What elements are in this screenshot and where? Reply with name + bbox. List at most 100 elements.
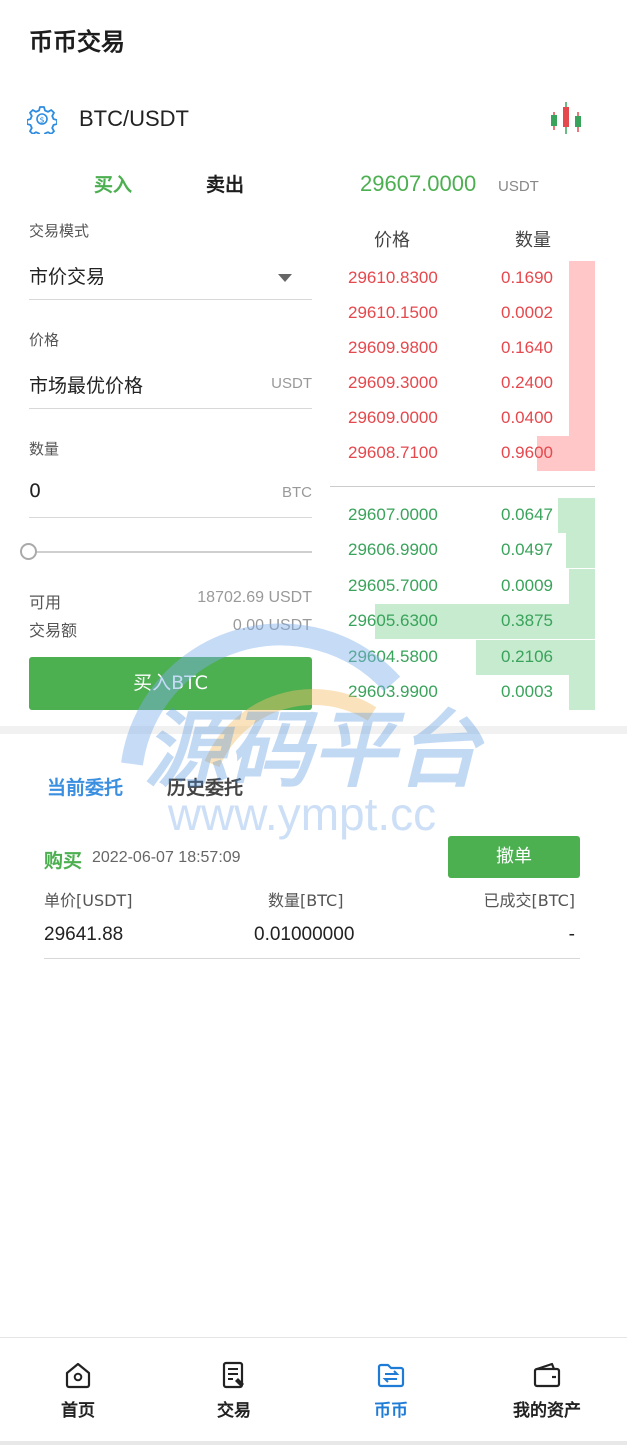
- cancel-order-button[interactable]: 撤单: [448, 836, 580, 878]
- ask-depth-bar: [568, 331, 595, 366]
- bottom-strip: [0, 1441, 627, 1445]
- pair-bar: $ BTC/USDT: [0, 96, 627, 144]
- qty-unit: BTC: [282, 484, 312, 501]
- svg-text:$: $: [39, 116, 44, 125]
- ask-row[interactable]: 29610.1500 0.0002: [330, 296, 595, 331]
- mode-select[interactable]: 市价交易: [29, 242, 312, 300]
- qty-label: 数量: [29, 440, 60, 458]
- order-filled: -: [568, 924, 575, 945]
- tab-home[interactable]: 首页: [0, 1338, 156, 1438]
- trade-side-tabs: 买入 卖出: [0, 170, 320, 200]
- bottom-tabbar: 首页 交易 币币 我的资产: [0, 1337, 627, 1445]
- ask-price: 29610.1500: [348, 303, 438, 322]
- bid-price: 29605.6300: [348, 611, 438, 630]
- ask-price: 29610.8300: [348, 268, 438, 287]
- ask-row[interactable]: 29610.8300 0.1690: [330, 261, 595, 296]
- page-title: 币币交易: [29, 28, 125, 56]
- ask-qty: 0.0400: [501, 408, 553, 427]
- bid-depth-bar: [568, 569, 595, 604]
- mode-value: 市价交易: [29, 266, 106, 288]
- tab-exchange-label: 币币: [374, 1401, 408, 1421]
- orderbook-price-header: 价格: [374, 230, 410, 251]
- buy-submit-button[interactable]: 买入BTC: [29, 657, 312, 710]
- qty-slider[interactable]: [20, 543, 312, 561]
- ask-row[interactable]: 29609.3000 0.2400: [330, 366, 595, 401]
- mode-label: 交易模式: [29, 222, 90, 240]
- ask-qty: 0.9600: [501, 443, 553, 462]
- amount-value: 0.00 USDT: [232, 617, 312, 634]
- home-icon: [65, 1362, 91, 1389]
- order-form: 交易模式 市价交易 价格 市场最优价格 USDT 数量 0 BTC: [29, 220, 312, 518]
- order-side: 购买: [44, 850, 83, 872]
- available-row: 可用 18702.69 USDT: [29, 589, 312, 613]
- slider-knob[interactable]: [20, 543, 37, 560]
- price-label: 价格: [29, 331, 60, 349]
- amount-row: 交易额 0.00 USDT: [29, 617, 312, 641]
- ask-qty: 0.0002: [501, 303, 553, 322]
- qty-value: 0: [29, 480, 42, 502]
- tab-current-orders[interactable]: 当前委托: [47, 773, 123, 800]
- bid-price: 29605.7000: [348, 576, 438, 595]
- ask-qty: 0.1640: [501, 338, 553, 357]
- bid-qty: 0.0003: [501, 682, 553, 701]
- section-separator: [0, 726, 627, 734]
- bid-price: 29607.0000: [348, 505, 438, 524]
- price-field[interactable]: 市场最优价格 USDT: [29, 351, 312, 409]
- ask-depth-bar: [568, 401, 595, 436]
- bid-row[interactable]: 29607.0000 0.0647: [330, 498, 595, 533]
- ask-row[interactable]: 29608.7100 0.9600: [330, 436, 595, 471]
- candlestick-chart-icon[interactable]: [549, 100, 585, 138]
- bid-row[interactable]: 29605.6300 0.3875: [330, 604, 595, 639]
- ask-price: 29609.3000: [348, 373, 438, 392]
- trade-icon: [222, 1361, 244, 1389]
- orderbook-divider: [330, 486, 595, 487]
- bid-row[interactable]: 29606.9900 0.0497: [330, 533, 595, 568]
- bid-price: 29606.9900: [348, 540, 438, 559]
- bid-qty: 0.0497: [501, 540, 553, 559]
- price-value: 市场最优价格: [29, 375, 144, 397]
- bid-qty: 0.2106: [501, 647, 553, 666]
- exchange-icon: [377, 1363, 405, 1388]
- tab-trade[interactable]: 交易: [156, 1338, 312, 1438]
- bid-depth-bar: [565, 533, 595, 568]
- bid-row[interactable]: 29603.9900 0.0003: [330, 675, 595, 710]
- tab-assets[interactable]: 我的资产: [469, 1338, 625, 1438]
- ask-row[interactable]: 29609.9800 0.1640: [330, 331, 595, 366]
- available-label: 可用: [29, 593, 62, 612]
- tab-exchange[interactable]: 币币: [313, 1338, 469, 1438]
- gear-icon[interactable]: $: [27, 104, 57, 134]
- available-value: 18702.69 USDT: [197, 589, 312, 606]
- orderbook-qty-header: 数量: [515, 230, 551, 251]
- bid-depth-bar: [557, 498, 595, 533]
- bid-row[interactable]: 29604.5800 0.2106: [330, 640, 595, 675]
- ask-price: 29609.0000: [348, 408, 438, 427]
- bid-qty: 0.3875: [501, 611, 553, 630]
- tab-trade-label: 交易: [217, 1401, 251, 1421]
- amount-label: 交易额: [29, 621, 78, 640]
- order-qty-header: 数量[BTC]: [268, 891, 344, 910]
- tab-buy[interactable]: 买入: [94, 170, 132, 197]
- qty-field[interactable]: 0 BTC: [29, 460, 312, 518]
- ask-price: 29608.7100: [348, 443, 438, 462]
- bid-price: 29604.5800: [348, 647, 438, 666]
- pair-name[interactable]: BTC/USDT: [79, 106, 189, 132]
- ask-qty: 0.1690: [501, 268, 553, 287]
- ask-row[interactable]: 29609.0000 0.0400: [330, 401, 595, 436]
- slider-track[interactable]: [28, 551, 312, 553]
- ask-depth-bar: [568, 261, 595, 296]
- tab-sell[interactable]: 卖出: [206, 170, 244, 197]
- bid-depth-bar: [568, 675, 595, 710]
- order-card: 购买 2022-06-07 18:57:09 撤单 单价[USDT] 数量[BT…: [44, 836, 580, 959]
- ask-depth-bar: [568, 296, 595, 331]
- tab-history-orders[interactable]: 历史委托: [167, 773, 243, 800]
- order-price: 29641.88: [44, 924, 124, 945]
- ask-qty: 0.2400: [501, 373, 553, 392]
- bid-qty: 0.0647: [501, 505, 553, 524]
- bid-row[interactable]: 29605.7000 0.0009: [330, 569, 595, 604]
- chevron-down-icon[interactable]: [278, 274, 292, 282]
- ask-price: 29609.9800: [348, 338, 438, 357]
- order-filled-header: 已成交[BTC]: [483, 891, 575, 910]
- last-price: 29607.0000: [360, 171, 477, 196]
- tab-assets-label: 我的资产: [513, 1401, 581, 1421]
- bid-qty: 0.0009: [501, 576, 553, 595]
